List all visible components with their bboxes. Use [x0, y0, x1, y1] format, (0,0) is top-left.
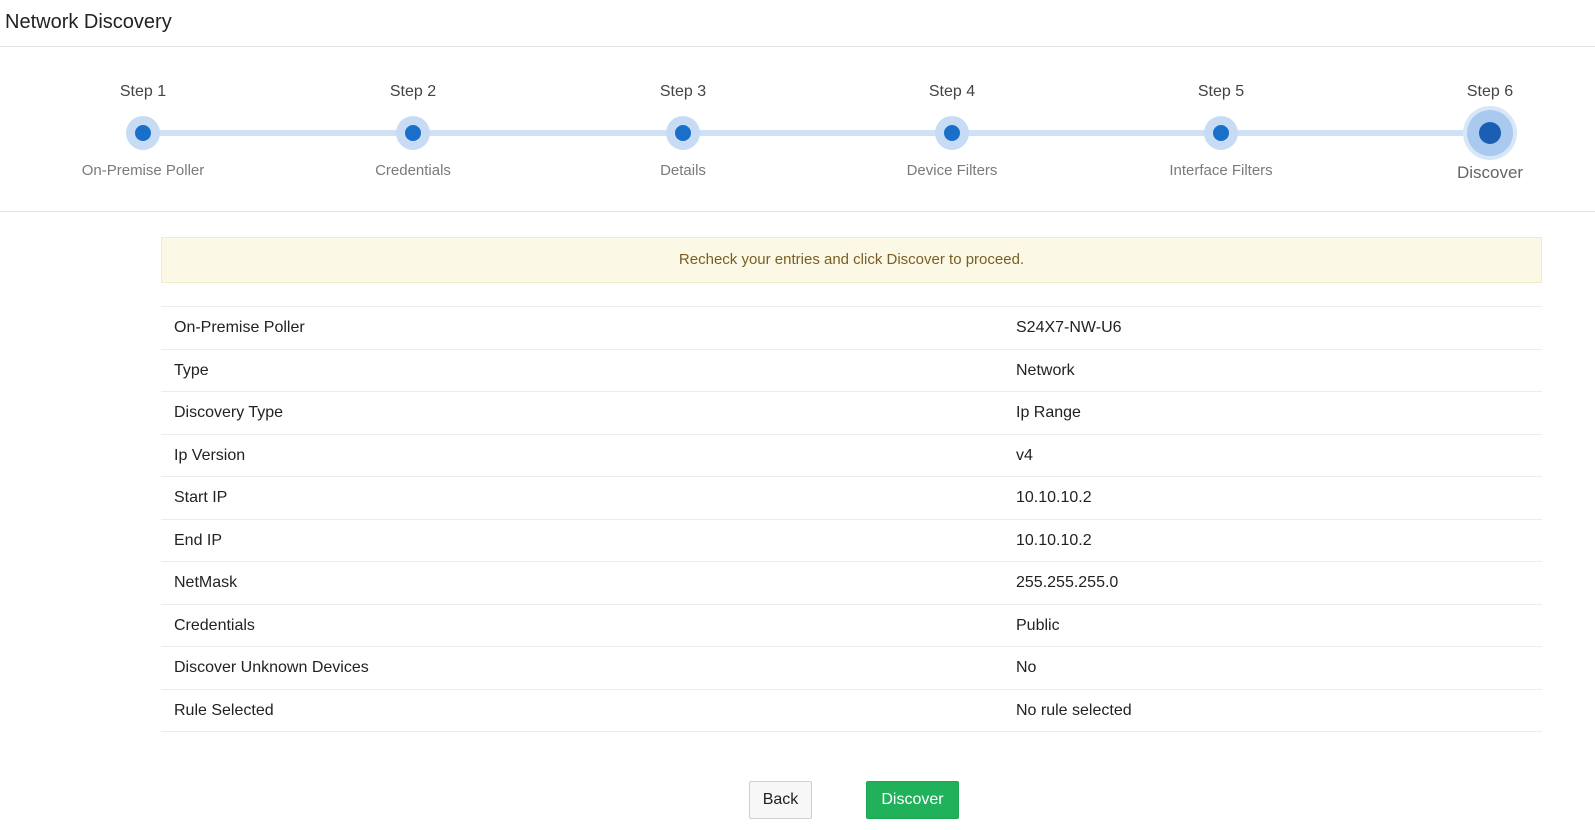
row-key: Discovery Type	[174, 404, 284, 421]
row-value: Network	[1016, 361, 1075, 379]
table-row: Ip Version v4	[161, 435, 1542, 477]
row-key: Start IP	[174, 489, 228, 506]
step-number: Step 6	[1466, 83, 1514, 100]
step-indicator	[666, 116, 700, 150]
page-title: Network Discovery	[5, 11, 172, 33]
row-key: Rule Selected	[174, 701, 274, 719]
back-button[interactable]: Back	[749, 781, 812, 819]
wizard-stepper: Step 1 On-Premise Poller Step 2 Credenti…	[0, 47, 1595, 212]
table-row: Credentials Public	[161, 605, 1542, 647]
table-row: Start IP 10.10.10.2	[161, 477, 1542, 520]
step-label: Device Filters	[906, 162, 998, 179]
table-row: NetMask 255.255.255.0	[161, 562, 1542, 605]
step-number: Step 4	[928, 83, 976, 100]
row-value: 10.10.10.2	[1016, 489, 1092, 506]
step-number: Step 5	[1197, 83, 1245, 100]
step-number: Step 3	[659, 83, 707, 100]
row-value: S24X7-NW-U6	[1016, 319, 1122, 336]
table-row: End IP 10.10.10.2	[161, 520, 1542, 562]
row-value: No rule selected	[1016, 701, 1132, 719]
row-value: 10.10.10.2	[1016, 531, 1092, 549]
stepper-track	[143, 130, 1492, 136]
row-key: Ip Version	[174, 446, 246, 464]
row-key: Type	[174, 361, 209, 379]
row-value: Ip Range	[1016, 404, 1081, 421]
step-indicator	[935, 116, 969, 150]
row-key: Discover Unknown Devices	[174, 659, 369, 676]
table-row: Rule Selected No rule selected	[161, 690, 1542, 732]
row-key: End IP	[174, 531, 223, 549]
review-notice: Recheck your entries and click Discover …	[161, 237, 1542, 283]
table-row: Discover Unknown Devices No	[161, 647, 1542, 690]
row-value: 255.255.255.0	[1016, 574, 1119, 591]
step-label: Discover	[1456, 163, 1524, 182]
row-key: NetMask	[174, 574, 238, 591]
row-value: Public	[1016, 616, 1060, 634]
step-indicator	[396, 116, 430, 150]
step-label: Details	[660, 162, 706, 179]
summary-table: On-Premise Poller S24X7-NW-U6 Type Netwo…	[161, 306, 1542, 732]
row-key: On-Premise Poller	[174, 319, 305, 336]
step-label: Credentials	[375, 162, 451, 179]
row-value: No	[1016, 659, 1037, 676]
row-key: Credentials	[174, 616, 255, 634]
step-indicator-active	[1467, 110, 1513, 156]
discover-button[interactable]: Discover	[866, 781, 959, 819]
table-row: On-Premise Poller S24X7-NW-U6	[161, 307, 1542, 350]
step-label: Interface Filters	[1169, 162, 1273, 179]
table-row: Type Network	[161, 350, 1542, 392]
table-row: Discovery Type Ip Range	[161, 392, 1542, 435]
step-number: Step 1	[119, 83, 167, 100]
row-value: v4	[1016, 446, 1033, 464]
step-indicator	[1204, 116, 1238, 150]
step-label: On-Premise Poller	[81, 162, 205, 179]
step-number: Step 2	[389, 83, 437, 100]
page-header: Network Discovery	[0, 0, 1595, 47]
step-indicator	[126, 116, 160, 150]
